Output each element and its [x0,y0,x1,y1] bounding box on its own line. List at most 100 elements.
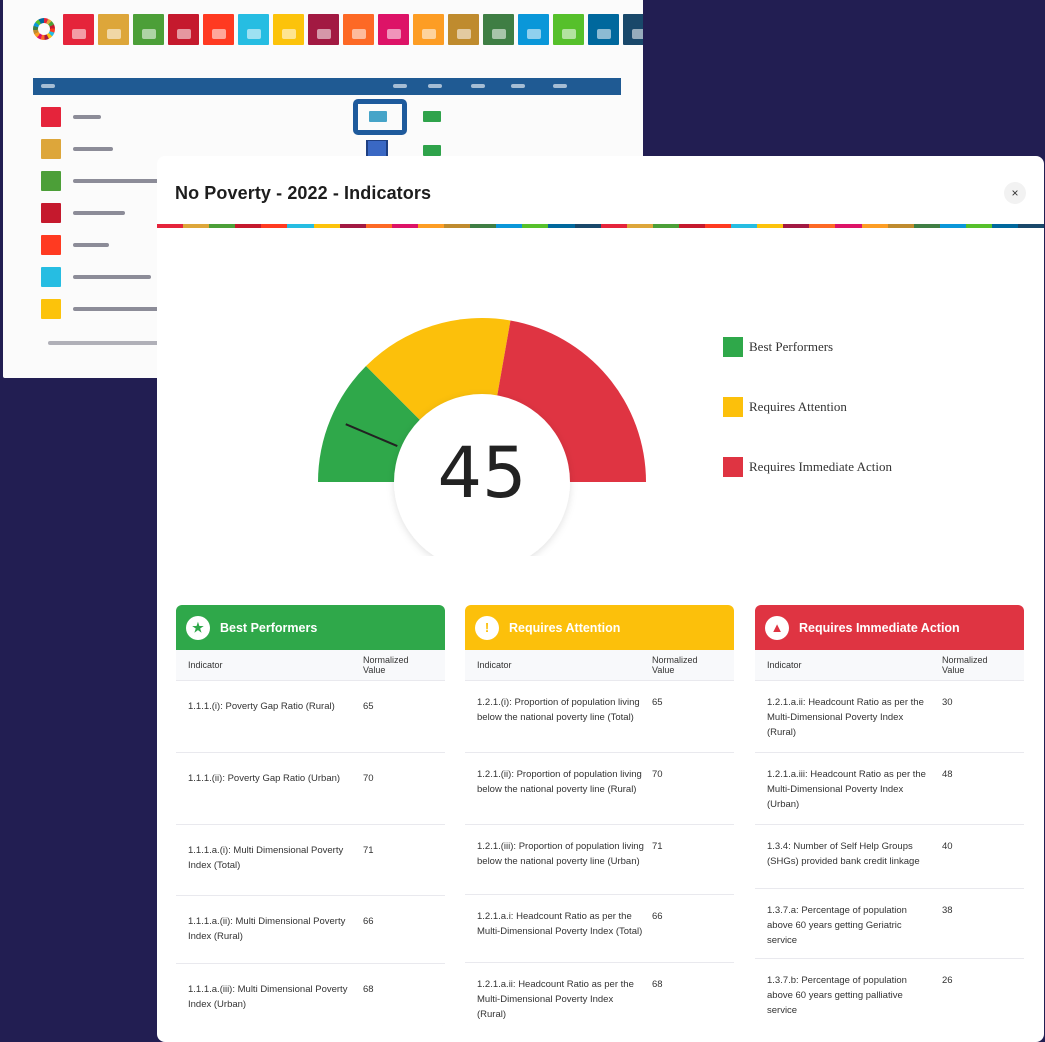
legend-item-requires-immediate-action: Requires Immediate Action [723,457,892,477]
legend-item-requires-attention: Requires Attention [723,397,892,417]
goal-name-text [73,147,113,151]
goal-icon [41,267,61,287]
legend-label: Best Performers [749,339,834,354]
goal-icon [41,171,61,191]
normalized-value: 71 [363,845,374,856]
sdg-goal-13-icon[interactable] [483,14,514,45]
normalized-value: 66 [363,916,374,927]
indicator-name: 1.2.1.(ii): Proportion of population liv… [477,769,642,795]
indicator-name: 1.3.4: Number of Self Help Groups (SHGs)… [767,841,920,867]
background-goal-row[interactable] [41,298,169,320]
sdg-goal-2-icon[interactable] [98,14,129,45]
close-button[interactable]: × [1004,182,1026,204]
table-row: 1.3.7.a: Percentage of population above … [755,888,1024,958]
background-goal-row[interactable] [41,202,125,224]
indicator-name: 1.2.1.(iii): Proportion of population li… [477,841,644,867]
indicator-table: 1.2.1.a.ii: Headcount Ratio as per the M… [755,680,1024,1022]
sdg-goal-16-icon[interactable] [588,14,619,45]
sdg-goal-9-icon[interactable] [343,14,374,45]
indicator-table: 1.1.1.(i): Poverty Gap Ratio (Rural) 65 … [176,680,445,1027]
sdg-goal-6-icon[interactable] [238,14,269,45]
indicator-name: 1.3.7.a: Percentage of population above … [767,905,907,946]
sdg-goal-1-icon[interactable] [63,14,94,45]
goal-name-text [73,115,101,119]
card-title: Requires Immediate Action [799,620,960,635]
cell-2023-indicator[interactable] [423,145,441,156]
column-indicator: Indicator [477,660,512,670]
background-goal-row[interactable] [41,234,109,256]
exclamation-icon: ! [475,615,499,640]
normalized-value: 70 [363,773,374,784]
table-row: 1.2.1.a.ii: Headcount Ratio as per the M… [465,962,734,1026]
goal-icon [41,299,61,319]
sdg-color-stripe [157,224,1044,228]
table-row: 1.2.1.a.i: Headcount Ratio as per the Mu… [465,894,734,962]
column-normalized-value: Normalized Value [363,655,409,675]
column-indicator: Indicator [188,660,223,670]
sdg-goal-15-icon[interactable] [553,14,584,45]
table-header: Indicator Normalized Value [755,650,1024,680]
gauge-score: 45 [437,432,527,514]
card-header: ▲ Requires Immediate Action [755,605,1024,650]
sdg-goal-5-icon[interactable] [203,14,234,45]
table-header: Indicator Normalized Value [465,650,734,680]
table-row: 1.3.4: Number of Self Help Groups (SHGs)… [755,824,1024,888]
sdg-goal-11-icon[interactable] [413,14,444,45]
sdg-wheel-icon [33,18,55,40]
indicator-name: 1.1.1.(i): Poverty Gap Ratio (Rural) [188,701,335,712]
legend-swatch-green [723,337,743,357]
gauge-legend: Best Performers Requires Attention Requi… [723,337,892,517]
sdg-goal-3-icon[interactable] [133,14,164,45]
modal-title: No Poverty - 2022 - Indicators [175,183,432,203]
indicator-name: 1.1.1.a.(iii): Multi Dimensional Poverty… [188,984,348,1010]
indicator-name: 1.2.1.a.i: Headcount Ratio as per the Mu… [477,911,643,937]
card-requires-attention: ! Requires Attention Indicator Normalize… [465,605,734,1026]
sdg-goal-10-icon[interactable] [378,14,409,45]
goal-name-text [73,243,109,247]
indicators-modal: No Poverty - 2022 - Indicators × 45 Best… [157,156,1044,1042]
table-row: 1.2.1.(iii): Proportion of population li… [465,824,734,894]
table-row: 1.2.1.a.ii: Headcount Ratio as per the M… [755,680,1024,752]
indicator-name: 1.1.1.a.(ii): Multi Dimensional Poverty … [188,916,346,942]
indicator-name: 1.3.7.b: Percentage of population above … [767,975,907,1016]
column-indicator: Indicator [767,660,802,670]
card-requires-immediate-action: ▲ Requires Immediate Action Indicator No… [755,605,1024,1022]
sdg-goal-14-icon[interactable] [518,14,549,45]
sdg-goal-7-icon[interactable] [273,14,304,45]
goal-name-text [73,275,151,279]
indicator-name: 1.1.1.a.(i): Multi Dimensional Poverty I… [188,845,344,871]
table-row: 1.1.1.a.(ii): Multi Dimensional Poverty … [176,895,445,963]
normalized-value: 68 [363,984,374,995]
legend-swatch-red [723,457,743,477]
sdg-goal-4-icon[interactable] [168,14,199,45]
card-title: Requires Attention [509,620,621,635]
legend-label: Requires Attention [749,399,847,414]
table-row: 1.2.1.a.iii: Headcount Ratio as per the … [755,752,1024,824]
card-header: ! Requires Attention [465,605,734,650]
background-goal-row[interactable] [41,266,151,288]
table-row: 1.1.1.a.(i): Multi Dimensional Poverty I… [176,824,445,895]
sdg-goal-17-icon[interactable] [623,14,643,45]
cell-2023-indicator[interactable] [423,111,441,122]
normalized-value: 71 [652,841,663,852]
indicator-name: 1.1.1.(ii): Poverty Gap Ratio (Urban) [188,773,341,784]
normalized-value: 40 [942,841,953,852]
table-row: 1.1.1.(i): Poverty Gap Ratio (Rural) 65 [176,680,445,752]
indicator-name: 1.2.1.a.iii: Headcount Ratio as per the … [767,769,926,810]
table-row: 1.2.1.(i): Proportion of population livi… [465,680,734,752]
sdg-goal-12-icon[interactable] [448,14,479,45]
star-icon: ★ [186,615,210,640]
indicator-name: 1.2.1.a.ii: Headcount Ratio as per the M… [767,697,924,738]
background-goal-row[interactable] [41,138,113,160]
column-normalized-value: Normalized Value [942,655,988,675]
normalized-value: 48 [942,769,953,780]
table-row: 1.2.1.(ii): Proportion of population liv… [465,752,734,824]
goal-name-text [73,307,169,311]
sdg-goal-8-icon[interactable] [308,14,339,45]
normalized-value: 65 [363,701,374,712]
highlight-box [353,99,407,135]
normalized-value: 70 [652,769,663,780]
background-goal-row[interactable] [41,106,101,128]
goal-icon [41,139,61,159]
normalized-value: 38 [942,905,953,916]
